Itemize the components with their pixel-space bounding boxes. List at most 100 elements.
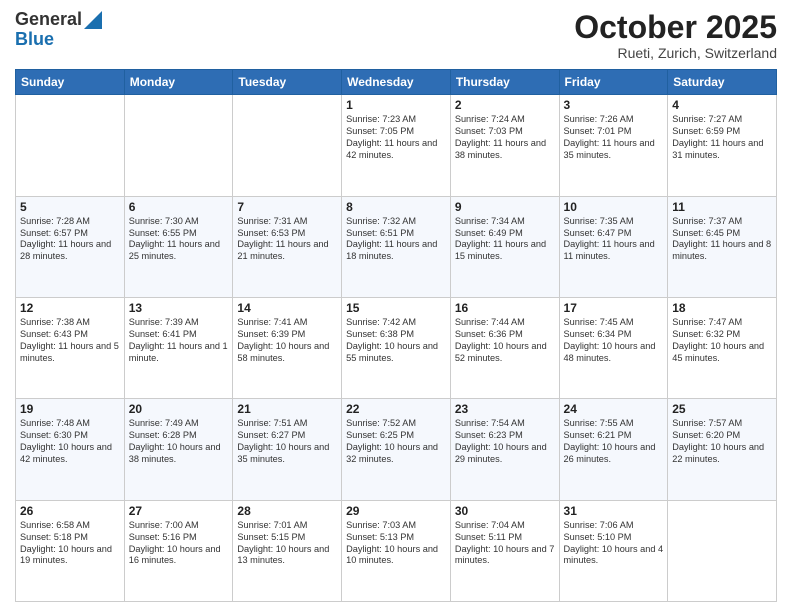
day-number: 2 — [455, 98, 555, 112]
calendar-cell: 25Sunrise: 7:57 AM Sunset: 6:20 PM Dayli… — [668, 399, 777, 500]
day-number: 25 — [672, 402, 772, 416]
calendar-cell: 12Sunrise: 7:38 AM Sunset: 6:43 PM Dayli… — [16, 297, 125, 398]
day-number: 10 — [564, 200, 664, 214]
calendar-cell: 16 Sunrise: 7:44 AM Sunset: 6:36 PM Dayli… — [450, 297, 559, 398]
cell-info: Sunrise: 7:34 AM Sunset: 6:49 PM Dayligh… — [455, 216, 555, 264]
header-tuesday: Tuesday — [233, 70, 342, 95]
day-number: 31 — [564, 504, 664, 518]
cell-info: Sunrise: 7:26 AM Sunset: 7:01 PM Dayligh… — [564, 114, 664, 162]
calendar-cell: 1Sunrise: 7:23 AM Sunset: 7:05 PM Daylig… — [342, 95, 451, 196]
calendar-week-row-2: 5Sunrise: 7:28 AM Sunset: 6:57 PM Daylig… — [16, 196, 777, 297]
cell-info: Sunrise: 7:06 AM Sunset: 5:10 PM Dayligh… — [564, 520, 664, 568]
cell-info: Sunrise: 7:48 AM Sunset: 6:30 PM Dayligh… — [20, 418, 120, 466]
cell-info: Sunrise: 7:41 AM Sunset: 6:39 PM Dayligh… — [237, 317, 337, 365]
calendar-cell: 9Sunrise: 7:34 AM Sunset: 6:49 PM Daylig… — [450, 196, 559, 297]
day-number: 5 — [20, 200, 120, 214]
day-number: 8 — [346, 200, 446, 214]
day-number: 18 — [672, 301, 772, 315]
logo-blue: Blue — [15, 30, 102, 50]
calendar-cell: 7 Sunrise: 7:31 AM Sunset: 6:53 PM Daylig… — [233, 196, 342, 297]
calendar-cell: 17 Sunrise: 7:45 AM Sunset: 6:34 PM Dayli… — [559, 297, 668, 398]
month-title: October 2025 — [574, 10, 777, 45]
day-number: 7 — [237, 200, 337, 214]
cell-info: Sunrise: 7:37 AM Sunset: 6:45 PM Dayligh… — [672, 216, 772, 264]
calendar-cell: 31 Sunrise: 7:06 AM Sunset: 5:10 PM Dayli… — [559, 500, 668, 601]
day-number: 23 — [455, 402, 555, 416]
calendar-table: Sunday Monday Tuesday Wednesday Thursday… — [15, 69, 777, 602]
calendar-cell: 10 Sunrise: 7:35 AM Sunset: 6:47 PM Dayli… — [559, 196, 668, 297]
calendar-cell: 27 Sunrise: 7:00 AM Sunset: 5:16 PM Dayli… — [124, 500, 233, 601]
cell-info: Sunrise: 7:38 AM Sunset: 6:43 PM Dayligh… — [20, 317, 120, 365]
day-number: 22 — [346, 402, 446, 416]
calendar-cell: 6 Sunrise: 7:30 AM Sunset: 6:55 PM Daylig… — [124, 196, 233, 297]
calendar-cell: 5Sunrise: 7:28 AM Sunset: 6:57 PM Daylig… — [16, 196, 125, 297]
day-number: 6 — [129, 200, 229, 214]
day-number: 14 — [237, 301, 337, 315]
day-number: 29 — [346, 504, 446, 518]
cell-info: Sunrise: 7:51 AM Sunset: 6:27 PM Dayligh… — [237, 418, 337, 466]
header-saturday: Saturday — [668, 70, 777, 95]
cell-info: Sunrise: 7:42 AM Sunset: 6:38 PM Dayligh… — [346, 317, 446, 365]
logo-general: General — [15, 10, 82, 30]
day-number: 3 — [564, 98, 664, 112]
cell-info: Sunrise: 7:00 AM Sunset: 5:16 PM Dayligh… — [129, 520, 229, 568]
cell-info: Sunrise: 7:24 AM Sunset: 7:03 PM Dayligh… — [455, 114, 555, 162]
cell-info: Sunrise: 7:01 AM Sunset: 5:15 PM Dayligh… — [237, 520, 337, 568]
calendar-cell: 11 Sunrise: 7:37 AM Sunset: 6:45 PM Dayli… — [668, 196, 777, 297]
day-number: 4 — [672, 98, 772, 112]
calendar-week-row-5: 26Sunrise: 6:58 AM Sunset: 5:18 PM Dayli… — [16, 500, 777, 601]
day-number: 17 — [564, 301, 664, 315]
cell-info: Sunrise: 7:32 AM Sunset: 6:51 PM Dayligh… — [346, 216, 446, 264]
calendar-cell: 21Sunrise: 7:51 AM Sunset: 6:27 PM Dayli… — [233, 399, 342, 500]
cell-info: Sunrise: 7:31 AM Sunset: 6:53 PM Dayligh… — [237, 216, 337, 264]
cell-info: Sunrise: 7:54 AM Sunset: 6:23 PM Dayligh… — [455, 418, 555, 466]
cell-info: Sunrise: 7:27 AM Sunset: 6:59 PM Dayligh… — [672, 114, 772, 162]
calendar-header-row: Sunday Monday Tuesday Wednesday Thursday… — [16, 70, 777, 95]
calendar-cell — [124, 95, 233, 196]
calendar-cell: 30Sunrise: 7:04 AM Sunset: 5:11 PM Dayli… — [450, 500, 559, 601]
title-block: October 2025 Rueti, Zurich, Switzerland — [574, 10, 777, 61]
cell-info: Sunrise: 7:39 AM Sunset: 6:41 PM Dayligh… — [129, 317, 229, 365]
calendar-cell: 14 Sunrise: 7:41 AM Sunset: 6:39 PM Dayli… — [233, 297, 342, 398]
day-number: 26 — [20, 504, 120, 518]
calendar-week-row-1: 1Sunrise: 7:23 AM Sunset: 7:05 PM Daylig… — [16, 95, 777, 196]
cell-info: Sunrise: 7:23 AM Sunset: 7:05 PM Dayligh… — [346, 114, 446, 162]
header-monday: Monday — [124, 70, 233, 95]
day-number: 13 — [129, 301, 229, 315]
cell-info: Sunrise: 7:35 AM Sunset: 6:47 PM Dayligh… — [564, 216, 664, 264]
calendar-cell — [668, 500, 777, 601]
calendar-cell: 29 Sunrise: 7:03 AM Sunset: 5:13 PM Dayli… — [342, 500, 451, 601]
calendar-cell: 19 Sunrise: 7:48 AM Sunset: 6:30 PM Dayli… — [16, 399, 125, 500]
cell-info: Sunrise: 7:03 AM Sunset: 5:13 PM Dayligh… — [346, 520, 446, 568]
calendar-cell: 4 Sunrise: 7:27 AM Sunset: 6:59 PM Daylig… — [668, 95, 777, 196]
day-number: 16 — [455, 301, 555, 315]
calendar-cell — [233, 95, 342, 196]
cell-info: Sunrise: 7:45 AM Sunset: 6:34 PM Dayligh… — [564, 317, 664, 365]
calendar-cell: 3 Sunrise: 7:26 AM Sunset: 7:01 PM Daylig… — [559, 95, 668, 196]
header-wednesday: Wednesday — [342, 70, 451, 95]
day-number: 15 — [346, 301, 446, 315]
page: General Blue October 2025 Rueti, Zurich,… — [0, 0, 792, 612]
calendar-cell: 23 Sunrise: 7:54 AM Sunset: 6:23 PM Dayli… — [450, 399, 559, 500]
logo-arrow-icon — [84, 11, 102, 29]
calendar-week-row-3: 12Sunrise: 7:38 AM Sunset: 6:43 PM Dayli… — [16, 297, 777, 398]
day-number: 28 — [237, 504, 337, 518]
calendar-cell: 20Sunrise: 7:49 AM Sunset: 6:28 PM Dayli… — [124, 399, 233, 500]
calendar-cell: 18Sunrise: 7:47 AM Sunset: 6:32 PM Dayli… — [668, 297, 777, 398]
cell-info: Sunrise: 7:30 AM Sunset: 6:55 PM Dayligh… — [129, 216, 229, 264]
day-number: 20 — [129, 402, 229, 416]
day-number: 24 — [564, 402, 664, 416]
calendar-cell: 13 Sunrise: 7:39 AM Sunset: 6:41 PM Dayli… — [124, 297, 233, 398]
day-number: 11 — [672, 200, 772, 214]
calendar-week-row-4: 19 Sunrise: 7:48 AM Sunset: 6:30 PM Dayli… — [16, 399, 777, 500]
day-number: 27 — [129, 504, 229, 518]
calendar-cell — [16, 95, 125, 196]
day-number: 19 — [20, 402, 120, 416]
calendar-cell: 2 Sunrise: 7:24 AM Sunset: 7:03 PM Daylig… — [450, 95, 559, 196]
header-sunday: Sunday — [16, 70, 125, 95]
calendar-cell: 26Sunrise: 6:58 AM Sunset: 5:18 PM Dayli… — [16, 500, 125, 601]
calendar-cell: 15 Sunrise: 7:42 AM Sunset: 6:38 PM Dayli… — [342, 297, 451, 398]
cell-info: Sunrise: 7:44 AM Sunset: 6:36 PM Dayligh… — [455, 317, 555, 365]
calendar-cell: 8 Sunrise: 7:32 AM Sunset: 6:51 PM Daylig… — [342, 196, 451, 297]
header-thursday: Thursday — [450, 70, 559, 95]
